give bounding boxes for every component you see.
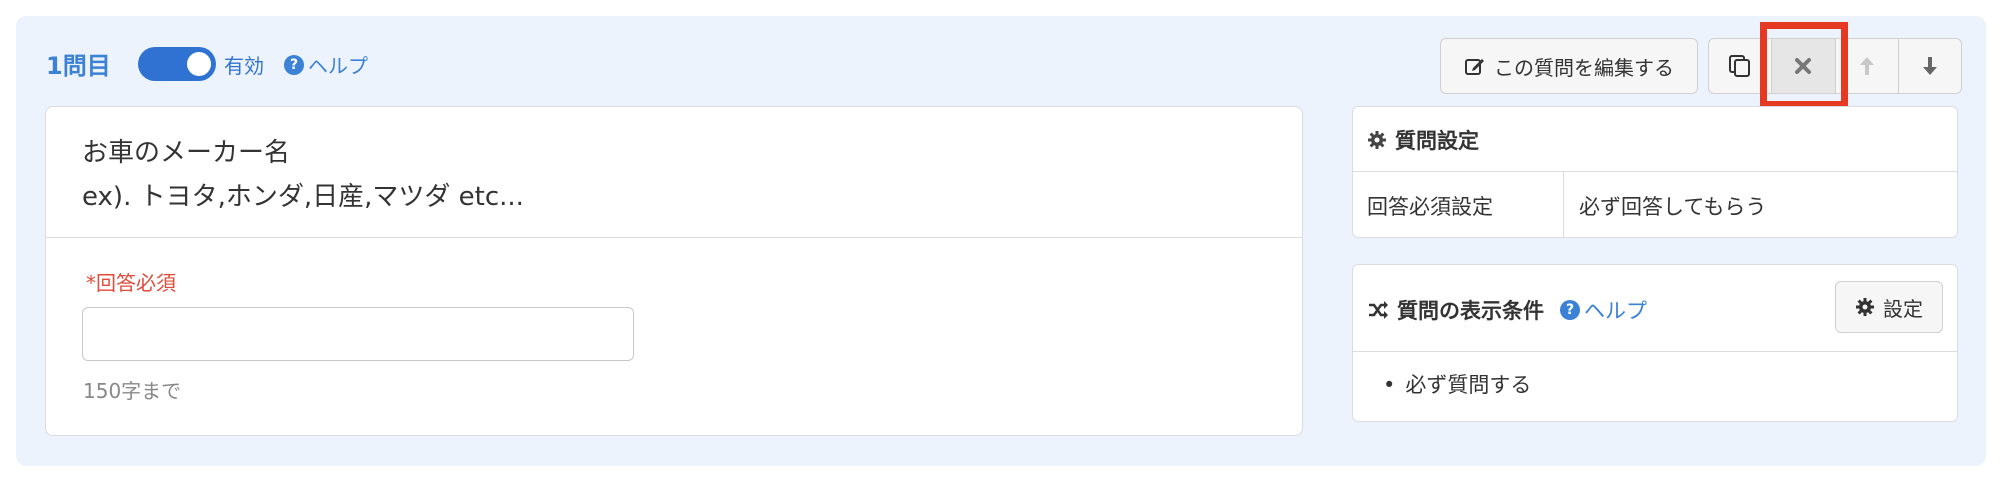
toggle-label: 有効: [224, 54, 264, 78]
conditions-help-label: ヘルプ: [1584, 299, 1647, 323]
move-down-button[interactable]: [1899, 39, 1961, 93]
shuffle-icon: [1369, 301, 1388, 319]
question-settings-title: 質問設定: [1395, 129, 1479, 153]
question-card: お車のメーカー名 ex). トヨタ,ホンダ,日産,マツダ etc... *回答必…: [45, 106, 1303, 436]
condition-item: 必ず質問する: [1383, 369, 1531, 399]
help-link[interactable]: ? ヘルプ: [284, 50, 368, 79]
question-settings-header: 質問設定: [1367, 125, 1479, 155]
gear-icon: [1856, 298, 1874, 316]
question-settings-box: 質問設定 回答必須設定 必ず回答してもらう: [1352, 106, 1958, 238]
arrow-down-icon: [1922, 57, 1937, 75]
display-conditions-box: 質問の表示条件 ?ヘルプ 設定 必ず質問する: [1352, 264, 1958, 422]
help-link-label: ヘルプ: [308, 54, 368, 78]
edit-icon: [1465, 59, 1484, 75]
edit-question-button[interactable]: この質問を編集する: [1440, 38, 1698, 94]
help-icon: ?: [284, 54, 304, 75]
gear-icon: [1368, 131, 1386, 149]
card-divider: [46, 237, 1302, 238]
display-conditions-header: 質問の表示条件 ? ヘルプ: [1367, 295, 1647, 325]
conditions-setting-button[interactable]: 設定: [1835, 281, 1943, 333]
enabled-toggle[interactable]: [138, 47, 216, 81]
conditions-divider: [1353, 351, 1957, 352]
question-title-line-2: ex). トヨタ,ホンダ,日産,マツダ etc...: [82, 182, 524, 212]
required-label: *回答必須: [86, 271, 176, 295]
answer-input[interactable]: [82, 307, 634, 361]
required-setting-value: 必ず回答してもらう: [1579, 195, 1767, 219]
question-title: お車のメーカー名 ex). トヨタ,ホンダ,日産,マツダ etc...: [82, 131, 524, 219]
conditions-help-link[interactable]: ? ヘルプ: [1560, 295, 1647, 325]
toggle-knob: [187, 52, 211, 76]
display-conditions-title: 質問の表示条件: [1397, 299, 1544, 323]
required-setting-key: 回答必須設定: [1367, 195, 1493, 219]
question-number: 1問目: [46, 52, 111, 80]
delete-highlight-box: [1760, 22, 1848, 108]
char-limit-hint: 150字まで: [83, 379, 182, 403]
copy-icon: [1729, 55, 1751, 77]
question-title-line-1: お車のメーカー名: [82, 138, 291, 168]
edit-question-label: この質問を編集する: [1494, 55, 1674, 80]
settings-column-divider: [1563, 171, 1564, 237]
arrow-up-icon: [1859, 57, 1874, 75]
conditions-setting-label: 設定: [1883, 296, 1923, 321]
settings-divider: [1353, 171, 1957, 172]
help-icon: ?: [1560, 300, 1580, 320]
